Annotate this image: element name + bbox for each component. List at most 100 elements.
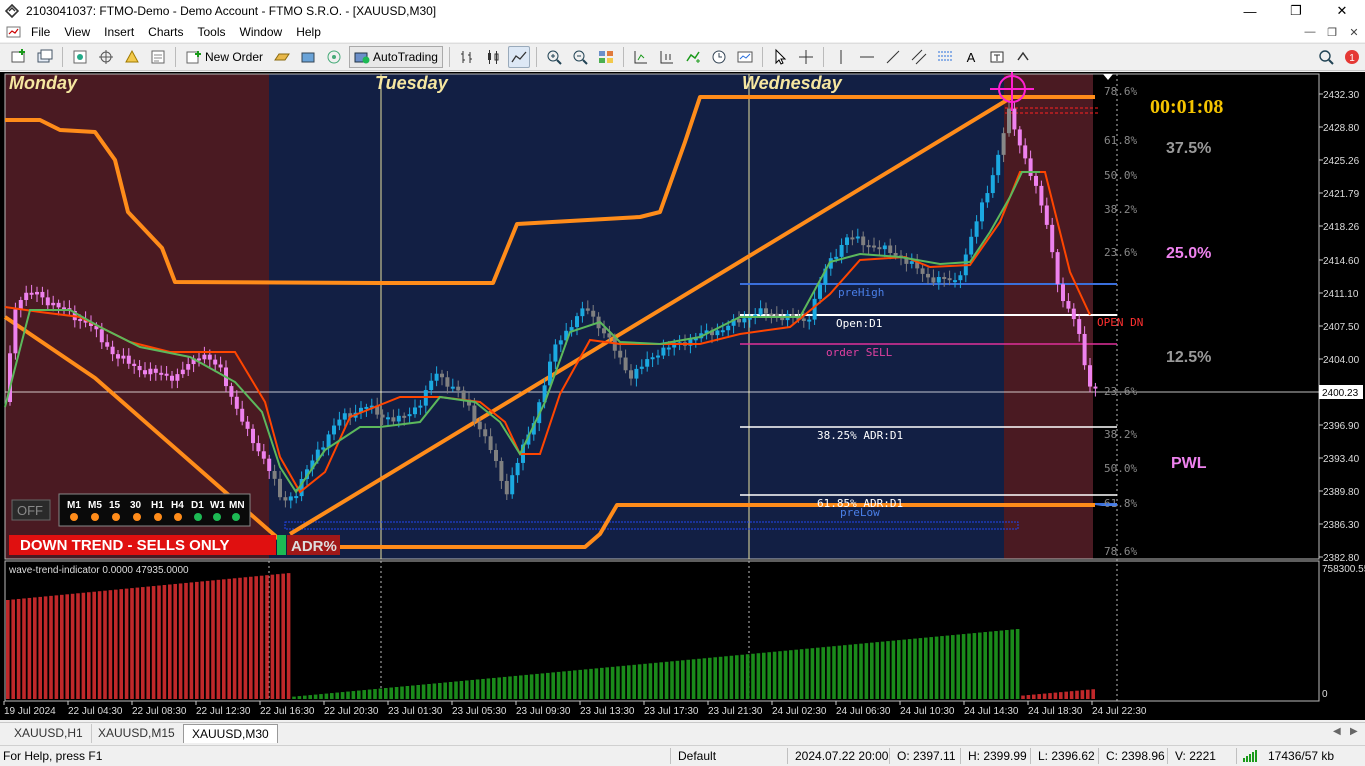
histogram-bar: [718, 656, 723, 699]
histogram-bar: [259, 575, 264, 699]
autotrading-button[interactable]: AutoTrading: [349, 46, 443, 68]
off-button-label: OFF: [17, 503, 43, 518]
gold-bars-icon[interactable]: [271, 46, 293, 68]
new-chart-icon[interactable]: [8, 46, 30, 68]
menu-window[interactable]: Window: [233, 22, 290, 42]
time-axis-label: 22 Jul 04:30: [68, 706, 123, 717]
minimize-button[interactable]: —: [1227, 0, 1273, 22]
vertical-line-icon[interactable]: [830, 46, 852, 68]
candle-body: [726, 325, 731, 331]
indicator-name-label: wave-trend-indicator 0.0000 47935.0000: [8, 565, 189, 576]
line-chart-icon[interactable]: [507, 46, 530, 68]
timeframe-label: 30: [130, 500, 142, 511]
histogram-bar: [97, 591, 102, 699]
candle-body: [1007, 108, 1011, 134]
tab-scroll-right-icon[interactable]: ▶: [1350, 726, 1358, 737]
histogram-bar: [373, 689, 377, 699]
histogram-bar: [805, 648, 809, 699]
equidistant-channel-icon[interactable]: [908, 46, 930, 68]
horizontal-line-icon[interactable]: [856, 46, 878, 68]
child-close-button[interactable]: ✕: [1343, 26, 1365, 39]
candle-body: [812, 298, 817, 320]
periods-icon[interactable]: [708, 46, 730, 68]
new-order-button[interactable]: New Order: [182, 46, 267, 68]
candle-body: [380, 414, 385, 418]
menu-insert[interactable]: Insert: [97, 22, 141, 42]
indicators-icon[interactable]: [682, 46, 704, 68]
menu-tools[interactable]: Tools: [191, 22, 233, 42]
candle-body: [396, 415, 401, 422]
radio-icon[interactable]: [323, 46, 345, 68]
child-minimize-button[interactable]: —: [1299, 26, 1321, 39]
tab-xauusd-m15[interactable]: XAUUSD,M15: [90, 724, 184, 743]
bar-chart-icon[interactable]: [456, 46, 478, 68]
new-order-icon: [186, 51, 201, 64]
histogram-bar: [351, 691, 356, 699]
candle-body: [121, 355, 126, 359]
search-icon[interactable]: [1315, 46, 1337, 68]
crosshair-move-icon[interactable]: [95, 46, 117, 68]
histogram-bar: [124, 588, 129, 699]
histogram-bar: [621, 665, 626, 699]
fibonacci-icon[interactable]: [934, 46, 956, 68]
candle-body: [180, 369, 185, 375]
notifications-icon[interactable]: 1: [1341, 46, 1363, 68]
text-label-icon[interactable]: [986, 46, 1008, 68]
signals-icon[interactable]: [297, 46, 319, 68]
chart-shift-icon[interactable]: [630, 46, 652, 68]
tab-scroll-left-icon[interactable]: ◀: [1333, 726, 1341, 737]
tab-xauusd-h1[interactable]: XAUUSD,H1: [6, 724, 92, 743]
menu-file[interactable]: File: [24, 22, 57, 42]
histogram-bar: [400, 686, 404, 699]
histogram-bar: [556, 671, 561, 699]
candlestick-icon[interactable]: [482, 46, 504, 68]
navigator-icon[interactable]: [121, 46, 143, 68]
text-icon[interactable]: A: [960, 46, 982, 68]
histogram-bar: [627, 665, 631, 699]
histogram-bar: [594, 668, 599, 699]
zoom-in-icon[interactable]: [543, 46, 565, 68]
autoscroll-icon[interactable]: [656, 46, 678, 68]
candle-body: [1023, 145, 1028, 159]
histogram-bar: [308, 695, 312, 699]
histogram-bar: [211, 580, 215, 699]
candle-body: [159, 372, 164, 375]
terminal-icon[interactable]: [147, 46, 169, 68]
profiles-icon[interactable]: [34, 46, 56, 68]
menu-charts[interactable]: Charts: [141, 22, 190, 42]
histogram-bar: [486, 678, 491, 699]
time-axis-label: 24 Jul 14:30: [964, 706, 1019, 717]
histogram-bar: [286, 573, 291, 699]
tile-windows-icon[interactable]: [595, 46, 617, 68]
candle-body: [402, 415, 407, 418]
tab-xauusd-m30[interactable]: XAUUSD,M30: [183, 724, 278, 743]
templates-icon[interactable]: [734, 46, 756, 68]
status-profile[interactable]: Default: [678, 749, 716, 763]
crosshair-icon[interactable]: [795, 46, 817, 68]
maximize-button[interactable]: ❐: [1273, 0, 1319, 22]
candle-body: [175, 374, 180, 381]
cursor-icon[interactable]: [769, 46, 791, 68]
histogram-bar: [1026, 695, 1031, 699]
candle-body: [936, 276, 941, 283]
child-restore-button[interactable]: ❐: [1321, 26, 1343, 39]
histogram-bar: [76, 593, 80, 699]
histogram-bar: [146, 586, 150, 699]
candle-body: [515, 462, 520, 476]
arrows-icon[interactable]: [1012, 46, 1034, 68]
menu-view[interactable]: View: [57, 22, 97, 42]
zoom-out-icon[interactable]: [569, 46, 591, 68]
close-button[interactable]: ✕: [1319, 0, 1365, 22]
candle-body: [623, 357, 628, 371]
candle-body: [207, 354, 212, 360]
candle-body: [958, 275, 963, 281]
candle-body: [882, 245, 887, 250]
candle-body: [845, 237, 849, 245]
menu-help[interactable]: Help: [289, 22, 328, 42]
chart-window-icon[interactable]: [6, 24, 22, 40]
histogram-bar: [999, 630, 1004, 699]
trendline-icon[interactable]: [882, 46, 904, 68]
candle-body: [580, 308, 585, 317]
chart-window[interactable]: Monday Tuesday Wednesday preHigh Open:D1 orde…: [0, 72, 1365, 720]
market-watch-icon[interactable]: [69, 46, 91, 68]
